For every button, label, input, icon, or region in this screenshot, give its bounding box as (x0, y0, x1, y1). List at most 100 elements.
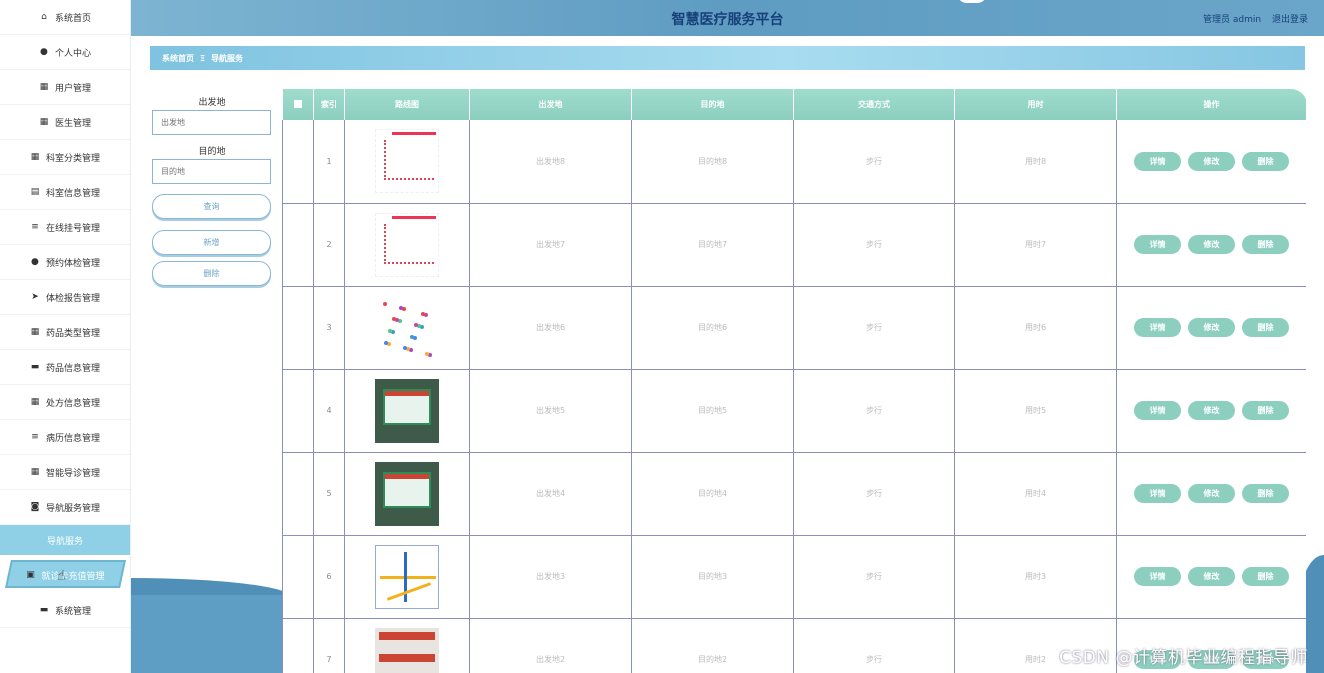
data-table: 索引 路线图 出发地 目的地 交通方式 用时 操作 1 出发地8 目的地8 步行 用时8… (282, 89, 1306, 673)
delete-button[interactable]: 删除 (1242, 484, 1289, 503)
mouse-cursor-icon: ☝ (57, 568, 66, 584)
grid-icon: ▦ (30, 397, 40, 407)
sidebar-item-label: 药品类型管理 (45, 328, 100, 339)
delete-button[interactable]: 删除 (1242, 567, 1289, 586)
route-map-image[interactable] (375, 378, 439, 443)
route-map-image[interactable] (375, 129, 439, 194)
sidebar-item-1[interactable]: ● 个人中心 (0, 35, 130, 70)
cell-to: 目的地4 (631, 452, 794, 536)
breadcrumb-current: 导航服务 (211, 53, 244, 63)
sidebar-subitem-nav-service[interactable]: 导航服务 (0, 525, 130, 555)
delete-button[interactable]: 删除 (1242, 235, 1289, 254)
sidebar-item-label: 科室信息管理 (45, 188, 100, 199)
cell-route-map (344, 369, 470, 453)
sidebar-item-9[interactable]: ▦ 药品类型管理 (0, 315, 130, 350)
sidebar-item-label: 体检报告管理 (45, 293, 100, 304)
cell-from: 出发地6 (469, 286, 632, 370)
route-map-image[interactable] (375, 295, 439, 360)
edit-button[interactable]: 修改 (1188, 318, 1235, 337)
query-button[interactable]: 查询 (152, 194, 271, 219)
select-all-header[interactable] (282, 89, 314, 120)
table-row[interactable]: 2 出发地7 目的地7 步行 用时7 详情 修改 删除 (282, 203, 1306, 287)
sidebar-item-11[interactable]: ▦ 处方信息管理 (0, 385, 130, 420)
batch-delete-button[interactable]: 删除 (152, 261, 271, 286)
list-icon: ≡ (31, 432, 39, 442)
cell-duration: 用时4 (954, 452, 1117, 536)
sidebar-item-6[interactable]: ≡ 在线挂号管理 (0, 210, 130, 245)
cell-route-map (344, 203, 470, 287)
sidebar-item-3[interactable]: ▦ 医生管理 (0, 105, 130, 140)
cell-actions: 详情 修改 删除 (1116, 369, 1306, 453)
breadcrumb-home[interactable]: 系统首页 (162, 53, 194, 64)
sidebar-item-4[interactable]: ▦ 科室分类管理 (0, 140, 130, 175)
delete-button[interactable]: 删除 (1242, 151, 1289, 171)
from-input[interactable] (152, 110, 271, 135)
route-map-image[interactable] (375, 627, 439, 673)
sidebar-item-8[interactable]: ➤ 体检报告管理 (0, 280, 130, 315)
sidebar-item-0[interactable]: ⌂ 系统首页 (0, 0, 130, 35)
sidebar-item-5[interactable]: ▤ 科室信息管理 (0, 175, 130, 210)
row-select-cell[interactable] (282, 452, 314, 536)
edit-button[interactable]: 修改 (1188, 235, 1235, 254)
to-input[interactable] (152, 159, 271, 184)
logout-link[interactable]: 退出登录 (1272, 15, 1308, 25)
detail-button[interactable]: 详情 (1134, 567, 1181, 586)
route-map-image[interactable] (375, 544, 439, 609)
table-row[interactable]: 3 出发地6 目的地6 步行 用时6 详情 修改 删除 (282, 286, 1306, 370)
cell-route-map (344, 120, 470, 204)
delete-button[interactable]: 删除 (1242, 401, 1289, 420)
cell-route-map (344, 618, 470, 673)
sidebar-item-12[interactable]: ≡ 病历信息管理 (0, 420, 130, 455)
cell-index: 5 (313, 452, 345, 536)
col-header-transport: 交通方式 (793, 89, 955, 120)
sidebar-item-label: 预约体检管理 (45, 258, 100, 269)
cell-transport: 步行 (793, 535, 955, 619)
cell-route-map (344, 452, 470, 536)
cell-actions: 详情 修改 删除 (1116, 203, 1306, 287)
edit-button[interactable]: 修改 (1188, 484, 1235, 503)
detail-button[interactable]: 详情 (1134, 151, 1181, 171)
sidebar-item-14[interactable]: ◙ 导航服务管理 (0, 490, 130, 525)
sidebar-item-system[interactable]: ▬ 系统管理 (0, 593, 130, 628)
detail-button[interactable]: 详情 (1134, 318, 1181, 337)
table-row[interactable]: 5 出发地4 目的地4 步行 用时4 详情 修改 删除 (282, 452, 1306, 536)
cell-route-map (344, 535, 470, 619)
table-header-row: 索引 路线图 出发地 目的地 交通方式 用时 操作 (282, 89, 1306, 120)
detail-button[interactable]: 详情 (1134, 401, 1181, 420)
table-row[interactable]: 6 出发地3 目的地3 步行 用时3 详情 修改 删除 (282, 535, 1306, 619)
select-all-checkbox[interactable] (293, 99, 302, 108)
row-select-cell[interactable] (282, 286, 314, 370)
table-row[interactable]: 4 出发地5 目的地5 步行 用时5 详情 修改 删除 (282, 369, 1306, 453)
clipboard-icon: ▤ (30, 187, 40, 197)
row-select-cell[interactable] (282, 369, 314, 453)
row-select-cell[interactable] (282, 535, 314, 619)
sidebar-subitem-label: 导航服务 (46, 536, 83, 547)
delete-button[interactable]: 删除 (1242, 318, 1289, 337)
detail-button[interactable]: 详情 (1134, 484, 1181, 503)
detail-button[interactable]: 详情 (1134, 235, 1181, 254)
sidebar-item-7[interactable]: ● 预约体检管理 (0, 245, 130, 280)
table-row[interactable]: 1 出发地8 目的地8 步行 用时8 详情 修改 删除 (282, 120, 1306, 204)
row-select-cell[interactable] (282, 203, 314, 287)
add-button[interactable]: 新增 (152, 230, 271, 255)
cell-transport: 步行 (793, 203, 955, 287)
user-area: 管理员 admin 退出登录 (1195, 12, 1308, 25)
edit-button[interactable]: 修改 (1188, 401, 1235, 420)
user-icon: ● (40, 47, 48, 57)
row-select-cell[interactable] (282, 618, 314, 673)
grid-icon: ▦ (30, 327, 40, 337)
sidebar-item-13[interactable]: ▦ 智能导诊管理 (0, 455, 130, 490)
sidebar-item-label: 就诊卡充值管理 (41, 571, 105, 582)
route-map-image[interactable] (375, 461, 439, 526)
sidebar-item-label: 病历信息管理 (45, 433, 100, 444)
edit-button[interactable]: 修改 (1188, 567, 1235, 586)
route-map-image[interactable] (375, 212, 439, 277)
top-header: 智慧医疗服务平台 管理员 admin 退出登录 (131, 0, 1324, 36)
cell-index: 1 (313, 120, 345, 204)
cell-duration: 用时8 (954, 120, 1117, 204)
sidebar-item-10[interactable]: ▬ 药品信息管理 (0, 350, 130, 385)
sidebar-item-label: 科室分类管理 (45, 153, 100, 164)
row-select-cell[interactable] (282, 120, 314, 204)
edit-button[interactable]: 修改 (1188, 151, 1235, 171)
sidebar-item-2[interactable]: ▦ 用户管理 (0, 70, 130, 105)
